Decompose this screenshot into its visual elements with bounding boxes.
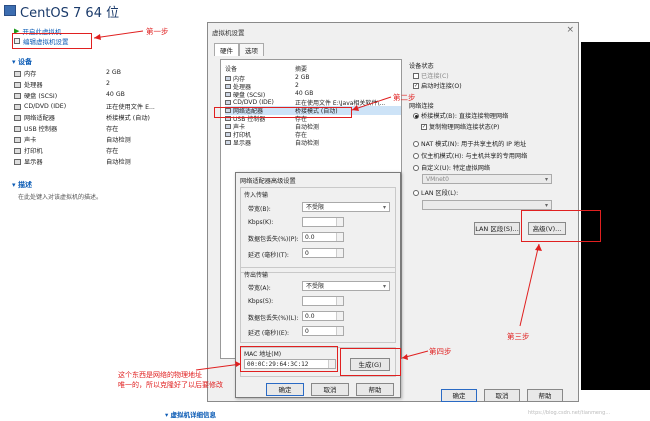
annotation-arrows — [93, 30, 542, 371]
arrowhead-mac-note — [235, 361, 241, 367]
arrow-mac-note — [195, 363, 242, 371]
arrowhead-step1 — [94, 34, 101, 40]
arrowhead-step3 — [535, 244, 542, 251]
arrowhead-step4 — [402, 354, 408, 360]
watermark: https://blog.csdn.net/tianmeng... — [528, 410, 611, 416]
arrow-step1 — [93, 30, 144, 39]
arrowhead-step2 — [352, 105, 359, 111]
arrow-step3 — [519, 243, 540, 327]
